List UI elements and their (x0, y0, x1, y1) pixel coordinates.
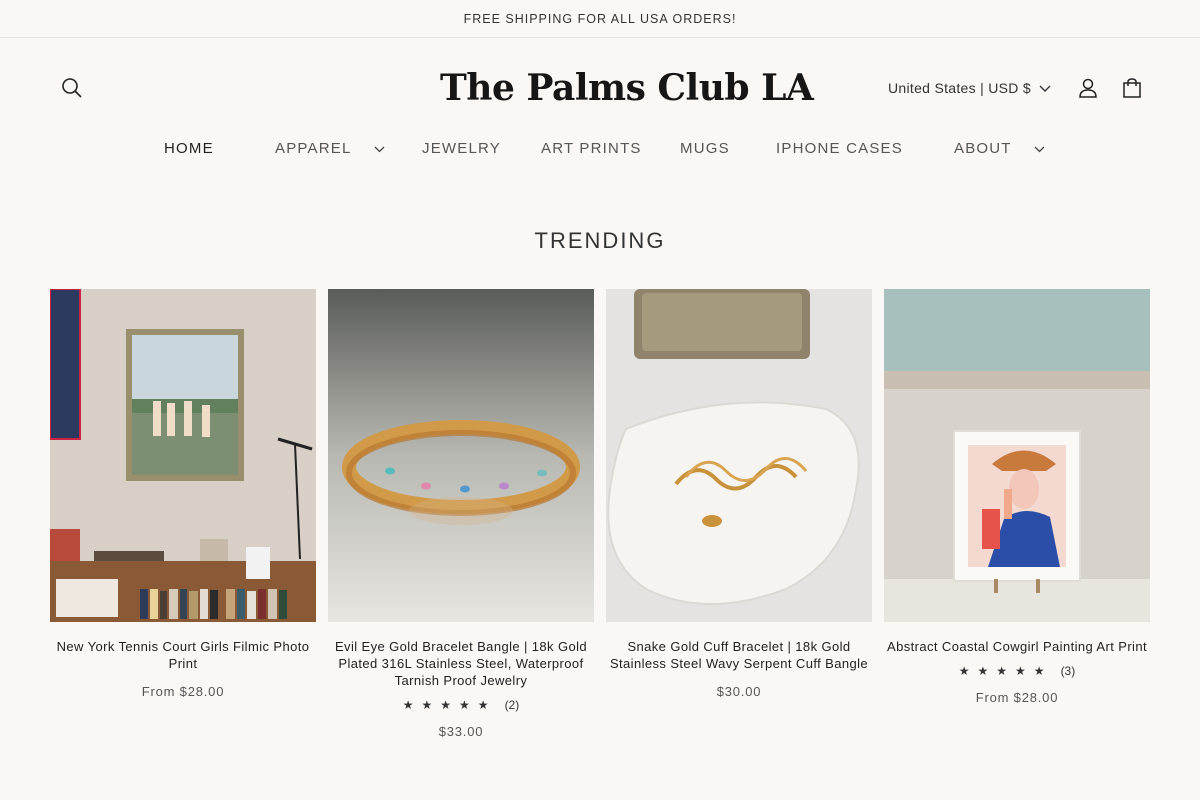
nav-apparel[interactable]: APPAREL (275, 128, 385, 168)
product-price: $30.00 (716, 684, 762, 699)
nav-home[interactable]: HOME (164, 128, 214, 168)
nav-apparel-label: APPAREL (275, 139, 352, 157)
section-title: TRENDING (534, 228, 666, 253)
product-rating: ★★★★★ (3) (884, 664, 1150, 678)
product-rating: ★★★★★ (2) (328, 698, 594, 712)
announcement-bar: FREE SHIPPING FOR ALL USA ORDERS! (0, 0, 1200, 38)
nav-about-label: ABOUT (954, 139, 1012, 157)
nav-iphone-cases-label: IPHONE CASES (776, 139, 903, 157)
nav-art-prints[interactable]: ART PRINTS (541, 128, 642, 168)
nav-jewelry-label: JEWELRY (422, 139, 501, 157)
product-title[interactable]: Snake Gold Cuff Bracelet | 18k Gold Stai… (606, 638, 872, 672)
nav-art-prints-label: ART PRINTS (541, 139, 642, 157)
nav-mugs[interactable]: MUGS (680, 128, 730, 168)
review-count: (2) (504, 698, 520, 712)
product-image[interactable] (50, 289, 316, 622)
chevron-down-icon (374, 140, 385, 157)
nav-home-label: HOME (164, 139, 214, 157)
main-nav: HOME APPAREL JEWELRY ART PRINTS MUGS IPH… (0, 128, 1200, 168)
announcement-text: FREE SHIPPING FOR ALL USA ORDERS! (463, 11, 737, 26)
product-title[interactable]: Evil Eye Gold Bracelet Bangle | 18k Gold… (328, 638, 594, 689)
product-price: From $28.00 (141, 684, 225, 699)
product-image[interactable] (884, 289, 1150, 622)
product-price: $33.00 (438, 724, 484, 739)
product-card[interactable]: Snake Gold Cuff Bracelet | 18k Gold Stai… (606, 289, 872, 699)
nav-mugs-label: MUGS (680, 139, 730, 157)
chevron-down-icon (1034, 140, 1045, 157)
review-count: (3) (1060, 664, 1076, 678)
nav-about[interactable]: ABOUT (954, 128, 1045, 168)
cart-icon[interactable] (1112, 68, 1152, 108)
product-card[interactable]: New York Tennis Court Girls Filmic Photo… (50, 289, 316, 699)
site-header: The Palms Club LA United States | USD $ (0, 38, 1200, 138)
search-icon[interactable] (52, 68, 92, 108)
product-card[interactable]: Evil Eye Gold Bracelet Bangle | 18k Gold… (328, 289, 594, 739)
product-image[interactable] (328, 289, 594, 622)
star-rating-icon: ★★★★★ (402, 698, 497, 712)
country-label: United States | USD $ (888, 80, 1031, 96)
site-logo[interactable]: The Palms Club LA (440, 62, 814, 114)
country-selector[interactable]: United States | USD $ (888, 74, 1051, 102)
chevron-down-icon (1039, 80, 1051, 96)
product-image[interactable] (606, 289, 872, 622)
product-title[interactable]: New York Tennis Court Girls Filmic Photo… (50, 638, 316, 672)
product-price: From $28.00 (975, 690, 1059, 705)
account-icon[interactable] (1068, 68, 1108, 108)
nav-iphone-cases[interactable]: IPHONE CASES (776, 128, 903, 168)
product-title[interactable]: Abstract Coastal Cowgirl Painting Art Pr… (884, 638, 1150, 655)
nav-jewelry[interactable]: JEWELRY (422, 128, 501, 168)
product-card[interactable]: Abstract Coastal Cowgirl Painting Art Pr… (884, 289, 1150, 705)
star-rating-icon: ★★★★★ (958, 664, 1053, 678)
